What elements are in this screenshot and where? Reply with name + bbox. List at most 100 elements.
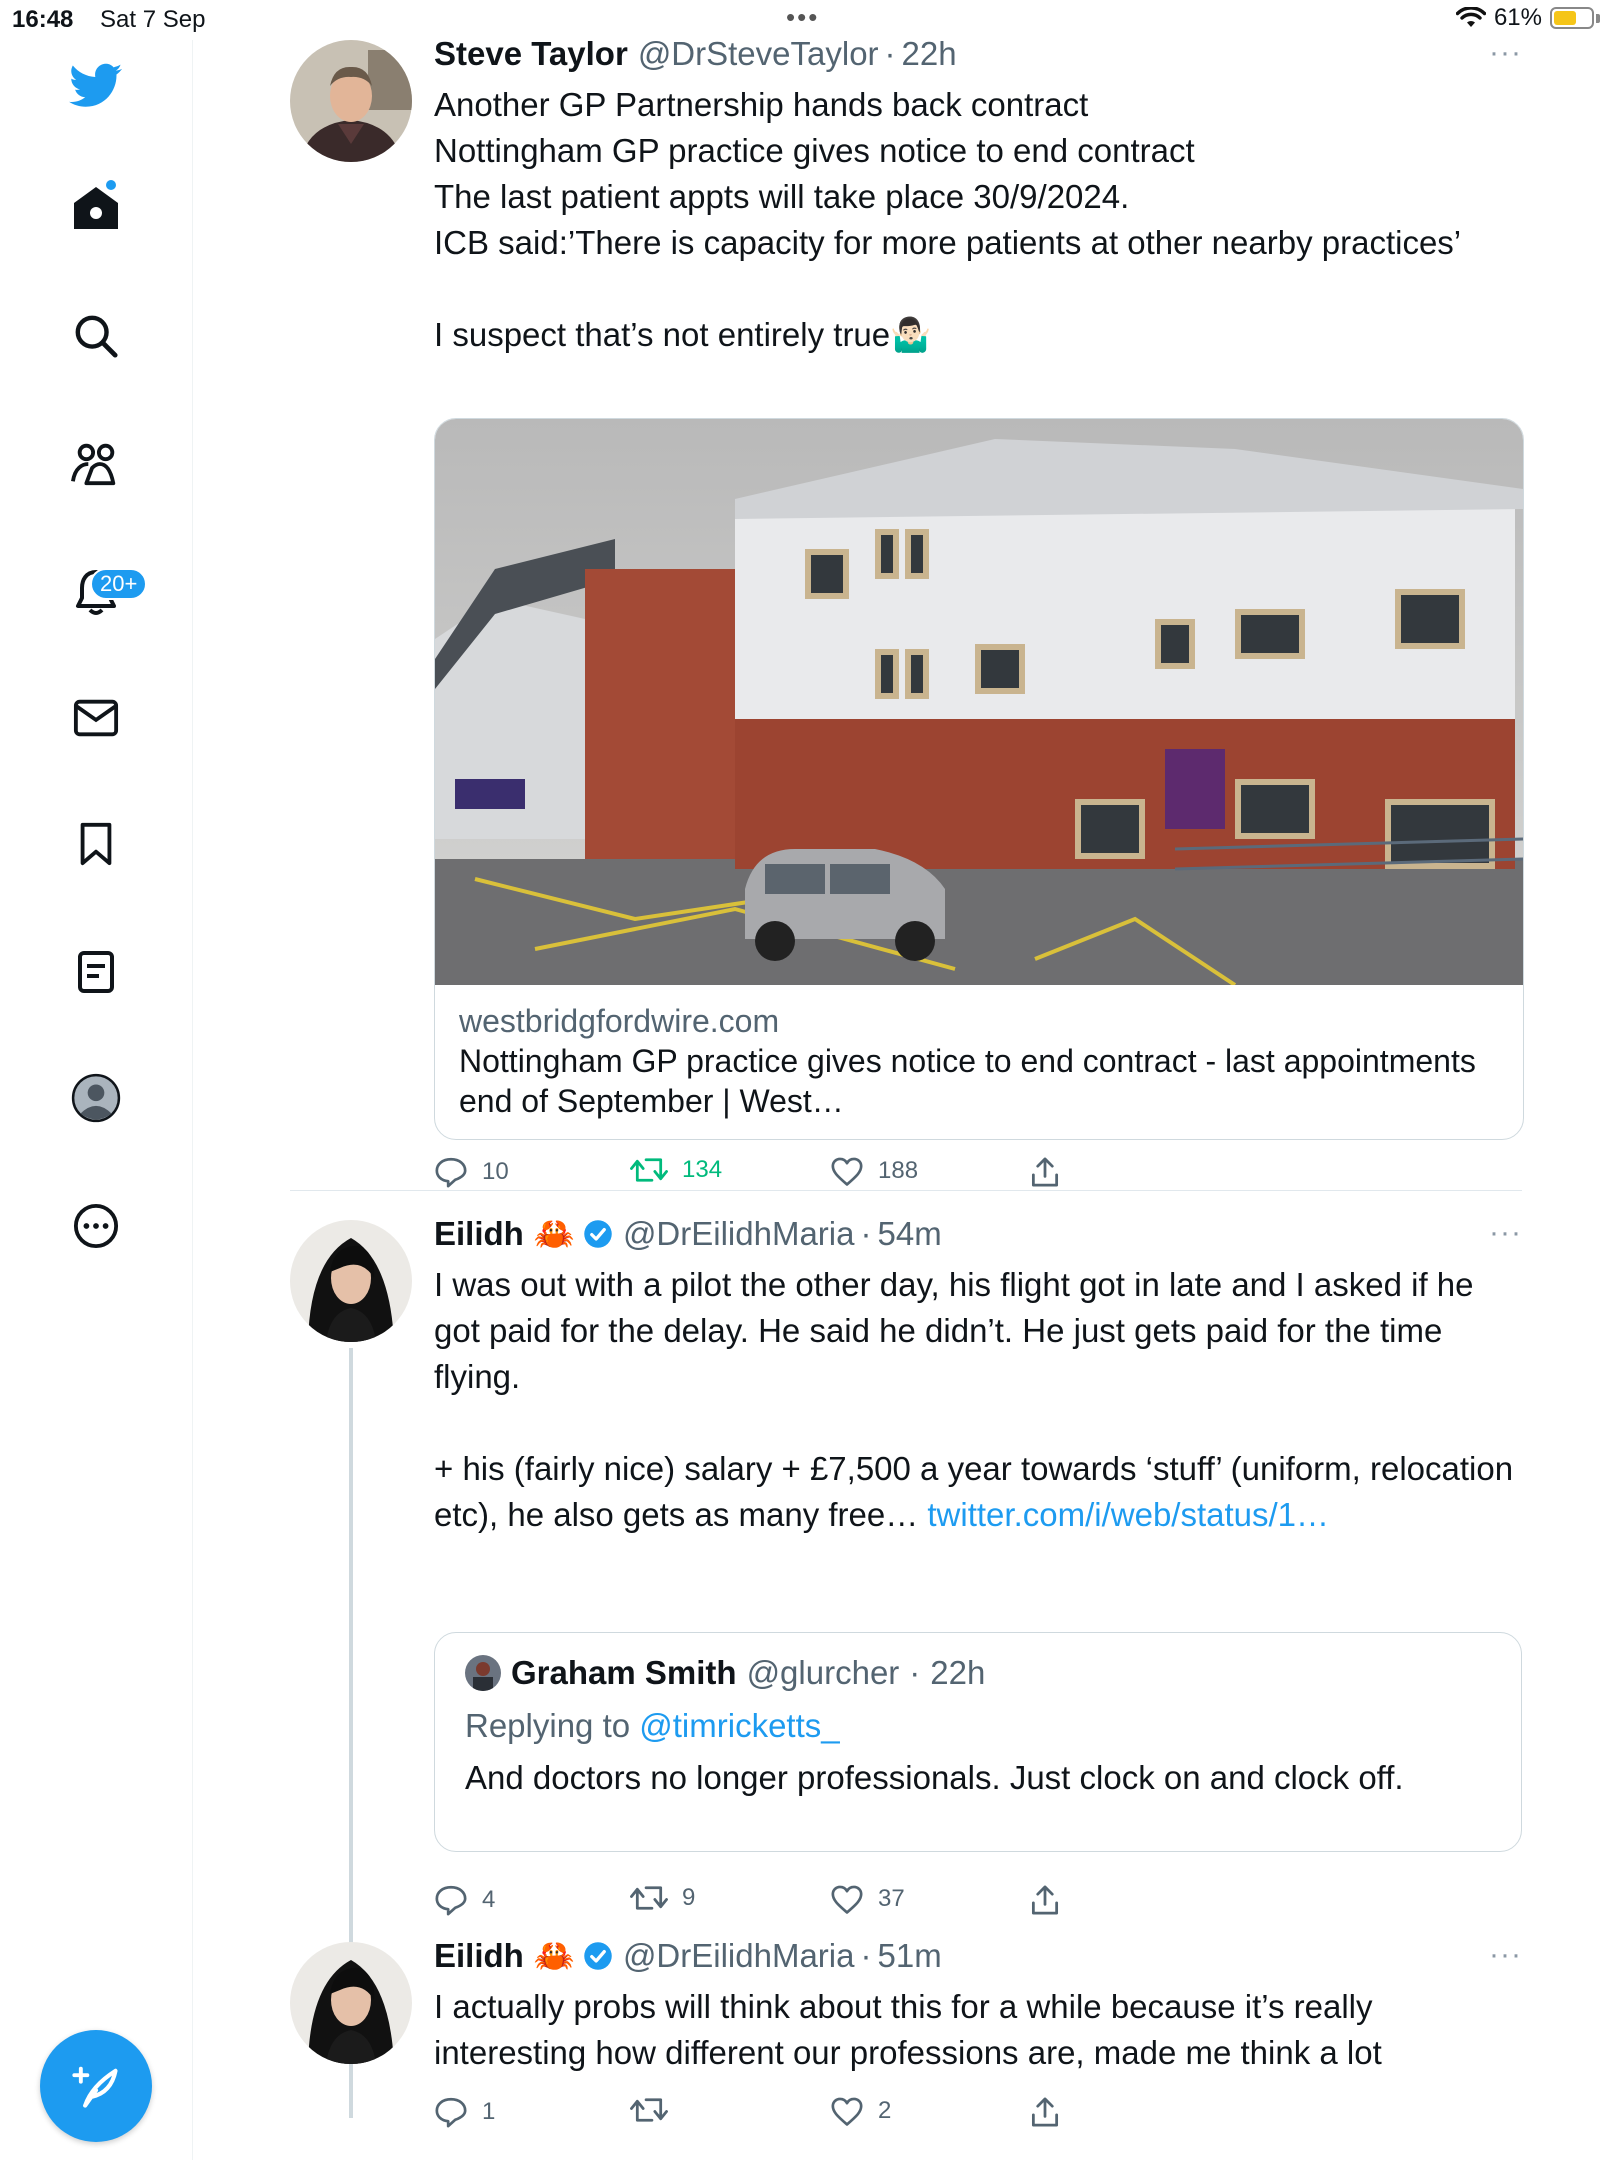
notifications-badge: 20+ [90,568,148,600]
retweet-button[interactable]: 9 [630,1884,695,1912]
twitter-logo-button[interactable] [56,46,136,126]
nav-profile[interactable] [56,1058,136,1138]
tweet-text: I actually probs will think about this f… [434,1988,1382,2071]
retweet-button[interactable] [630,2096,682,2124]
link-card-domain: westbridgfordwire.com [459,1003,780,1039]
compose-tweet-button[interactable] [40,2030,152,2142]
reply-count: 1 [482,2098,496,2125]
tweet-paragraph: I was out with a pilot the other day, hi… [434,1266,1474,1395]
nav-home[interactable] [56,168,136,248]
tweet-time[interactable]: 51m [878,1937,942,1975]
reply-button[interactable]: 10 [434,1156,509,1188]
tweet[interactable]: Eilidh 🦀 @DrEilidhMaria · 51m ··· I actu… [290,1937,1522,2160]
tweet-divider [290,1190,1522,1191]
reply-count: 10 [482,1158,509,1185]
crab-emoji: 🦀 [533,1936,575,1974]
wifi-icon [1455,7,1486,27]
author-name[interactable]: Eilidh [434,1937,524,1975]
reply-icon [435,1885,467,1916]
share-button[interactable] [1030,1884,1060,1916]
retweet-icon [630,2098,668,2122]
battery-level-fill [1554,11,1576,25]
retweet-button[interactable]: 134 [630,1156,722,1184]
like-count: 37 [878,1885,905,1912]
search-icon [75,315,118,358]
status-indicators: 61% [1455,4,1600,32]
reply-button[interactable]: 1 [434,2096,495,2128]
heart-icon [831,1157,863,1186]
link-card-image [435,419,1523,985]
reply-count: 4 [482,1886,496,1913]
like-button[interactable]: 188 [830,1156,918,1186]
share-button[interactable] [1030,2096,1060,2128]
quoted-tweet-text: And doctors no longer professionals. Jus… [465,1759,1404,1796]
avatar[interactable] [290,1220,412,1342]
tweet-line: ICB said:’There is capacity for more pat… [434,224,1462,261]
nav-lists[interactable] [56,932,136,1012]
reply-icon [435,1157,467,1188]
nav-notifications[interactable]: 20+ [56,552,148,632]
tweet-actions: 1 2 [434,2096,1334,2136]
tweet[interactable]: Steve Taylor @DrSteveTaylor · 22h ··· An… [290,35,1524,1190]
tweet-more-icon[interactable]: ··· [1489,1938,1522,1972]
share-button[interactable] [1030,1156,1060,1188]
reply-icon [435,2097,467,2128]
verified-badge-icon [584,1220,612,1248]
home-icon [74,187,118,229]
tweet-line: Nottingham GP practice gives notice to e… [434,132,1195,169]
like-button[interactable]: 37 [830,1884,905,1914]
replying-to-handle[interactable]: @timricketts_ [639,1707,839,1744]
nav-more[interactable] [56,1186,136,1266]
quoted-author-handle: @glurcher [746,1654,900,1691]
home-notification-dot [106,180,116,190]
nav-search[interactable] [56,296,136,376]
tweet-header: Eilidh 🦀 @DrEilidhMaria · 54m [434,1212,1522,1256]
profile-icon [71,1073,121,1123]
replying-to-label: Replying to [465,1707,640,1744]
battery-percent: 61% [1493,4,1542,31]
multitasking-dots-icon[interactable]: ••• [786,2,819,33]
quoted-tweet-header: Graham Smith @glurcher · 22h [465,1651,1491,1695]
tweet-link[interactable]: twitter.com/i/web/status/1… [927,1496,1329,1533]
separator: · [860,1937,872,1974]
battery-nub [1596,13,1600,23]
tweet[interactable]: Eilidh 🦀 @DrEilidhMaria · 54m ··· I was … [290,1215,1522,2118]
tweet-more-icon[interactable]: ··· [1489,1216,1522,1250]
retweet-icon [630,1158,668,1182]
quoted-avatar [465,1655,501,1691]
like-count: 188 [878,1157,919,1184]
link-card[interactable]: westbridgfordwire.com Nottingham GP prac… [434,418,1524,1140]
replying-to: Replying to @timricketts_ [465,1707,1491,1745]
retweet-icon [630,1886,668,1910]
tweet-time[interactable]: 54m [878,1215,942,1253]
tweet-time[interactable]: 22h [902,35,957,73]
author-name[interactable]: Steve Taylor [434,35,628,73]
quoted-tweet[interactable]: Graham Smith @glurcher · 22h Replying to… [434,1632,1522,1852]
nav-messages[interactable] [56,678,136,758]
author-handle[interactable]: @DrEilidhMaria [623,1937,855,1975]
retweet-count: 134 [682,1156,723,1183]
share-icon [1031,1885,1059,1915]
like-button[interactable]: 2 [830,2096,891,2126]
heart-icon [831,1885,863,1914]
author-handle[interactable]: @DrEilidhMaria [623,1215,855,1253]
lists-icon [78,951,114,993]
author-handle[interactable]: @DrSteveTaylor [638,35,879,73]
nav-communities[interactable] [56,424,136,504]
tweet-text: I was out with a pilot the other day, hi… [434,1262,1522,1538]
tweet-paragraph: + his (fairly nice) salary + £7,500 a ye… [434,1446,1522,1538]
tweet-line: I suspect that’s not entirely true🤷🏻‍♂️ [434,316,932,353]
nav-bookmarks[interactable] [56,804,136,884]
quoted-author-name: Graham Smith [511,1654,737,1691]
more-circle-icon [73,1203,119,1249]
tweet-line: Another GP Partnership hands back contra… [434,86,1089,123]
compose-feather-icon [72,2066,118,2108]
reply-button[interactable]: 4 [434,1884,495,1916]
avatar[interactable] [290,1942,412,2064]
like-count: 2 [878,2097,892,2124]
tweet-more-icon[interactable]: ··· [1489,36,1522,70]
share-icon [1031,1157,1059,1187]
avatar[interactable] [290,40,412,162]
battery-icon [1550,7,1594,29]
author-name[interactable]: Eilidh [434,1215,524,1253]
